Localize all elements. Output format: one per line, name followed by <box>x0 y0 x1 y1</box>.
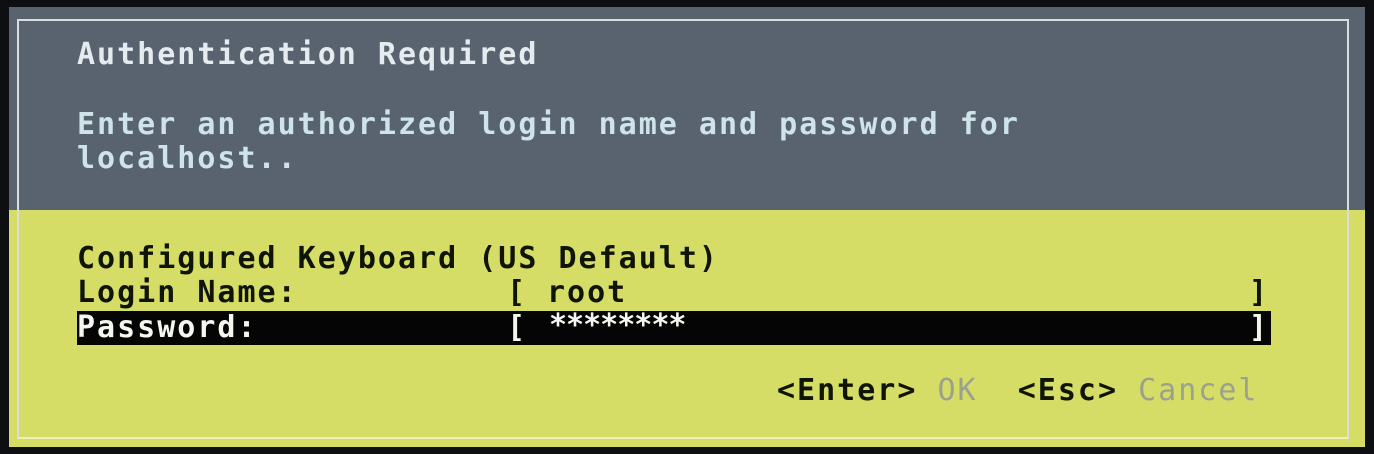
dialog-message-line2: localhost.. <box>77 141 298 176</box>
console-screen: Authentication Required Enter an authori… <box>0 0 1374 454</box>
dialog-message-line1: Enter an authorized login name and passw… <box>77 107 1020 142</box>
enter-key-hint[interactable]: <Enter> <box>777 373 917 408</box>
ok-button[interactable]: OK <box>938 373 978 408</box>
cancel-button[interactable]: Cancel <box>1138 373 1258 408</box>
password-row-selected[interactable]: Password: [ ******** ] <box>77 309 1271 345</box>
password-label: Password: <box>77 310 258 345</box>
password-bracket-open: [ <box>507 310 528 345</box>
password-field[interactable]: ******** <box>549 309 686 343</box>
esc-key-hint[interactable]: <Esc> <box>1018 373 1118 408</box>
authentication-dialog: Authentication Required Enter an authori… <box>9 7 1365 447</box>
password-bracket-close: ] <box>1249 310 1270 345</box>
login-name-bracket-open: [ <box>507 275 528 310</box>
login-name-label: Login Name: <box>77 275 298 310</box>
login-name-field[interactable]: root <box>547 276 627 310</box>
dialog-actions: <Enter> OK <Esc> Cancel <box>777 374 1259 408</box>
keyboard-layout-text: Configured Keyboard (US Default) <box>77 241 719 276</box>
login-name-bracket-close: ] <box>1249 275 1270 310</box>
dialog-title: Authentication Required <box>77 37 539 72</box>
